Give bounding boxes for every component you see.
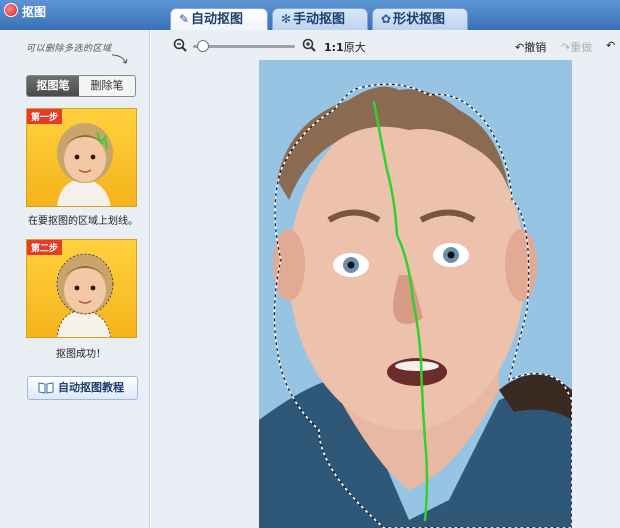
step1-caption: 在要抠图的区域上划线。 [28, 216, 138, 227]
left-panel: 可以删除多选的区域 抠图笔 删除笔 第一步 在要抠图的区域上划线。 第二步 抠图… [0, 30, 150, 528]
canvas-area [151, 60, 620, 528]
erase-brush-button[interactable]: 删除笔 [79, 76, 135, 96]
undo-icon: ↶ [515, 41, 525, 54]
step2-caption: 抠图成功！ [56, 349, 106, 360]
redo-icon: ↷ [561, 41, 571, 54]
brush-icon: ✎ [178, 12, 190, 26]
actual-size-button[interactable]: 1:1原大 [324, 39, 366, 55]
shape-icon: ✿ [380, 12, 392, 26]
title-bar: 抠图 ✎ 自动抠图 ✻ 手动抠图 ✿ 形状抠图 [0, 0, 620, 31]
brush-toggle: 抠图笔 删除笔 [26, 75, 136, 97]
step2-tag: 第二步 [27, 240, 63, 255]
undo-button[interactable]: ↶撤销 [515, 39, 546, 55]
gear-icon: ✻ [280, 12, 292, 26]
toolbar: 1:1原大 ↶撤销 ↷重做 ↶ [151, 30, 620, 60]
actual-size-label: 原大 [343, 41, 366, 54]
step2-image: 第二步 [26, 239, 137, 338]
curved-arrow-icon [111, 54, 128, 64]
hint-text: 可以删除多选的区域 [26, 44, 112, 54]
app-title: 抠图 [22, 5, 47, 19]
tab-manual-cutout[interactable]: ✻ 手动抠图 [272, 8, 368, 30]
photo-canvas[interactable] [259, 60, 572, 528]
portrait-photo [259, 83, 572, 528]
zoom-in-icon[interactable] [302, 38, 316, 52]
tab-auto-cutout[interactable]: ✎ 自动抠图 [170, 8, 268, 31]
book-icon [38, 382, 54, 394]
actual-size-ratio: 1:1 [324, 41, 344, 54]
step1-image: 第一步 [26, 108, 137, 207]
app-logo-icon [4, 3, 18, 17]
rotate-icon[interactable]: ↶ [606, 39, 615, 52]
tab-shape-cutout[interactable]: ✿ 形状抠图 [372, 8, 468, 30]
zoom-slider-thumb[interactable] [197, 40, 210, 52]
auto-cutout-tutorial-button[interactable]: 自动抠图教程 [27, 376, 138, 400]
redo-button[interactable]: ↷重做 [561, 39, 592, 55]
zoom-out-icon[interactable] [173, 38, 187, 52]
step1-tag: 第一步 [27, 109, 63, 124]
cutout-brush-button[interactable]: 抠图笔 [27, 76, 79, 96]
